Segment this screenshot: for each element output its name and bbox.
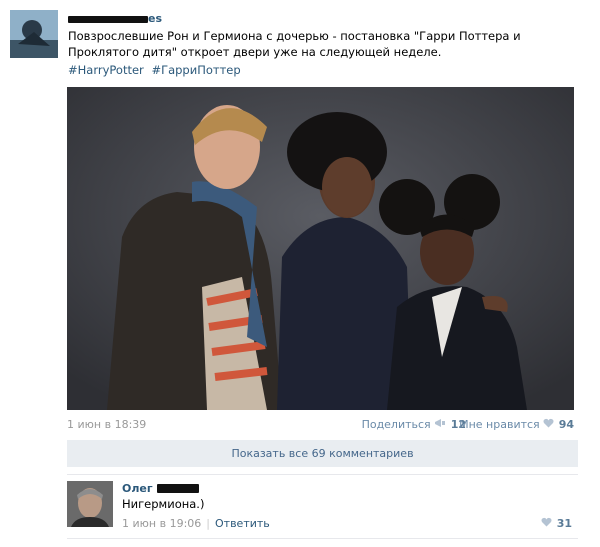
separator: |	[206, 517, 210, 530]
heart-icon	[541, 517, 552, 530]
share-button[interactable]: Поделиться 12	[362, 418, 466, 431]
comment-author-avatar[interactable]	[67, 481, 113, 527]
comment-text: Нигермиона.)	[122, 497, 205, 511]
show-all-comments-button[interactable]: Показать все 69 комментариев	[67, 440, 578, 467]
comment-like-count: 31	[556, 517, 572, 530]
post-date[interactable]: 1 июн в 18:39	[67, 418, 146, 431]
comment-author-name[interactable]: Олег	[122, 482, 153, 495]
post-meta: 1 июн в 18:39 Поделиться 12 Мне нравится…	[67, 416, 574, 434]
post-photo[interactable]	[67, 87, 574, 410]
redaction-bar	[68, 15, 148, 23]
comment-meta: 1 июн в 19:06 | Ответить	[122, 517, 270, 530]
redaction-bar	[156, 483, 199, 493]
comment-like-button[interactable]: 31	[541, 517, 572, 530]
like-button[interactable]: Мне нравится 94	[459, 418, 574, 431]
megaphone-icon	[434, 418, 446, 431]
reply-button[interactable]: Ответить	[215, 517, 270, 530]
like-count: 94	[558, 418, 574, 431]
post-author-avatar[interactable]	[10, 10, 58, 58]
comment-author[interactable]: Олег	[122, 481, 199, 495]
share-label: Поделиться	[361, 418, 431, 431]
post-hashtags: #HarryPotter #ГарриПоттер	[68, 62, 245, 78]
comment-date[interactable]: 1 июн в 19:06	[122, 517, 201, 530]
post-author-suffix[interactable]: es	[148, 12, 162, 26]
hashtag-link[interactable]: #ГарриПоттер	[151, 63, 240, 77]
divider	[67, 538, 578, 539]
post-author-name[interactable]: es	[68, 12, 162, 26]
like-label: Мне нравится	[459, 418, 540, 431]
divider	[67, 474, 578, 475]
post-text: Повзрослевшие Рон и Гермиона с дочерью -…	[68, 29, 521, 59]
heart-icon	[543, 418, 554, 431]
hashtag-link[interactable]: #HarryPotter	[68, 63, 144, 77]
